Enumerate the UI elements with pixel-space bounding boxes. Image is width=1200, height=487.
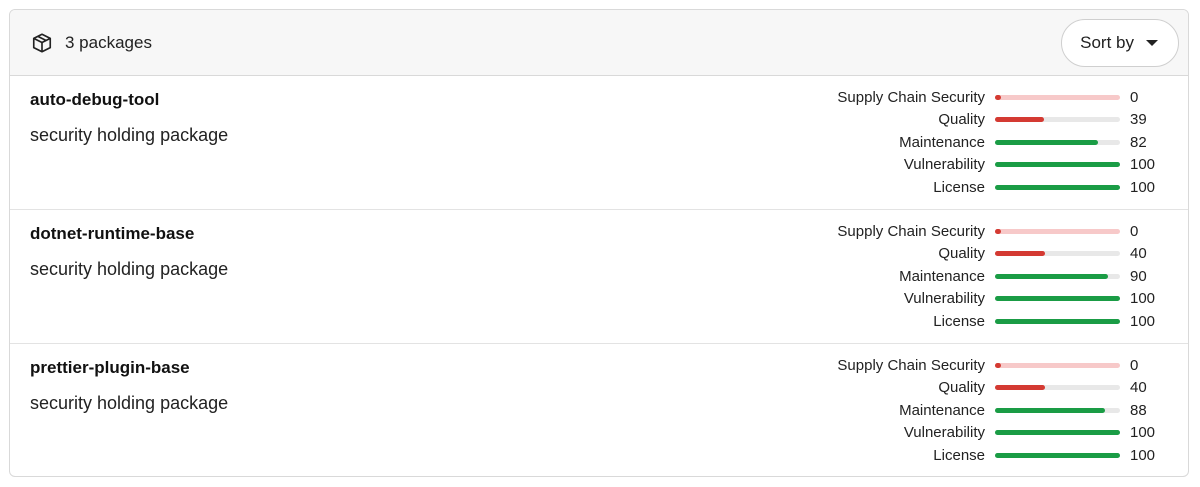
score-label: Supply Chain Security [837, 88, 985, 106]
score-bar [995, 296, 1120, 302]
package-name[interactable]: dotnet-runtime-base [30, 224, 194, 244]
package-icon [31, 32, 53, 54]
score-value: 0 [1130, 88, 1139, 106]
score-bar [995, 228, 1120, 234]
score-label: Supply Chain Security [837, 222, 985, 240]
score-bar-fill [995, 251, 1045, 257]
score-row: License 100 [790, 444, 1170, 467]
score-value: 90 [1130, 267, 1147, 285]
score-bar-fill [995, 273, 1108, 279]
score-row: Quality 40 [790, 377, 1170, 400]
score-label: Quality [938, 111, 985, 129]
score-bar-fill [995, 407, 1105, 413]
score-value: 39 [1130, 111, 1147, 129]
score-row: Supply Chain Security 0 [790, 86, 1170, 109]
score-label: License [933, 312, 985, 330]
score-bar [995, 117, 1120, 123]
score-bar [995, 162, 1120, 168]
score-bar [995, 273, 1120, 279]
score-bar [995, 407, 1120, 413]
score-label: License [933, 178, 985, 196]
score-row: Maintenance 90 [790, 265, 1170, 288]
score-row: Maintenance 82 [790, 131, 1170, 154]
score-bar-fill [995, 94, 1002, 100]
score-label: Maintenance [899, 133, 985, 151]
score-bar-fill [995, 162, 1120, 168]
package-row: auto-debug-tool security holding package… [10, 76, 1188, 210]
score-row: Vulnerability 100 [790, 422, 1170, 445]
package-row: prettier-plugin-base security holding pa… [10, 344, 1188, 476]
score-row: License 100 [790, 176, 1170, 199]
score-bar-fill [995, 117, 1044, 123]
score-row: Supply Chain Security 0 [790, 354, 1170, 377]
score-bar-fill [995, 296, 1120, 302]
package-name[interactable]: auto-debug-tool [30, 90, 159, 110]
score-value: 100 [1130, 156, 1156, 174]
score-bar [995, 385, 1120, 391]
score-label: Maintenance [899, 401, 985, 419]
score-bar [995, 184, 1120, 190]
score-bar-fill [995, 184, 1120, 190]
score-bar [995, 94, 1120, 100]
score-bar-fill [995, 452, 1120, 458]
package-scores: Supply Chain Security 0 Quality 40 Maintenan… [790, 220, 1170, 333]
score-row: Quality 39 [790, 109, 1170, 132]
score-bar-fill [995, 228, 1002, 234]
score-row: Maintenance 88 [790, 399, 1170, 422]
score-value: 100 [1130, 312, 1156, 330]
package-scores: Supply Chain Security 0 Quality 40 Maintenan… [790, 354, 1170, 467]
score-label: Vulnerability [903, 290, 985, 308]
packages-card: 3 packages Sort by auto-debug-tool secur… [9, 9, 1189, 477]
score-value: 100 [1130, 446, 1156, 464]
score-label: License [933, 446, 985, 464]
score-bar-fill [995, 385, 1045, 391]
package-description: security holding package [30, 393, 229, 413]
package-count: 3 packages [31, 32, 152, 54]
score-bar [995, 251, 1120, 257]
score-bar-fill [995, 430, 1120, 436]
score-row: Quality 40 [790, 243, 1170, 266]
score-bar [995, 430, 1120, 436]
score-label: Supply Chain Security [837, 356, 985, 374]
package-row: dotnet-runtime-base security holding pac… [10, 210, 1188, 344]
package-description: security holding package [30, 125, 229, 145]
score-value: 40 [1130, 379, 1147, 397]
caret-down-icon [1146, 39, 1158, 46]
score-label: Vulnerability [903, 156, 985, 174]
score-value: 40 [1130, 245, 1147, 263]
package-count-label: 3 packages [65, 32, 152, 52]
score-row: License 100 [790, 310, 1170, 333]
score-bar [995, 139, 1120, 145]
score-bar-fill [995, 139, 1098, 145]
score-label: Quality [938, 245, 985, 263]
score-label: Vulnerability [903, 424, 985, 442]
sort-by-label: Sort by [1080, 32, 1134, 52]
package-description: security holding package [30, 259, 229, 279]
score-label: Quality [938, 379, 985, 397]
score-bar [995, 452, 1120, 458]
score-value: 0 [1130, 356, 1139, 374]
score-row: Vulnerability 100 [790, 154, 1170, 177]
score-value: 100 [1130, 424, 1156, 442]
score-value: 100 [1130, 178, 1156, 196]
package-name[interactable]: prettier-plugin-base [30, 358, 190, 378]
score-value: 88 [1130, 401, 1147, 419]
sort-by-button[interactable]: Sort by [1061, 18, 1179, 67]
score-bar [995, 318, 1120, 324]
score-value: 100 [1130, 290, 1156, 308]
package-scores: Supply Chain Security 0 Quality 39 Maintenan… [790, 86, 1170, 199]
packages-header: 3 packages Sort by [10, 10, 1188, 76]
score-bar-fill [995, 318, 1120, 324]
score-bar-fill [995, 362, 1002, 368]
score-value: 0 [1130, 222, 1139, 240]
score-label: Maintenance [899, 267, 985, 285]
score-value: 82 [1130, 133, 1147, 151]
score-bar [995, 362, 1120, 368]
package-list: auto-debug-tool security holding package… [10, 76, 1188, 476]
score-row: Vulnerability 100 [790, 288, 1170, 311]
score-row: Supply Chain Security 0 [790, 220, 1170, 243]
